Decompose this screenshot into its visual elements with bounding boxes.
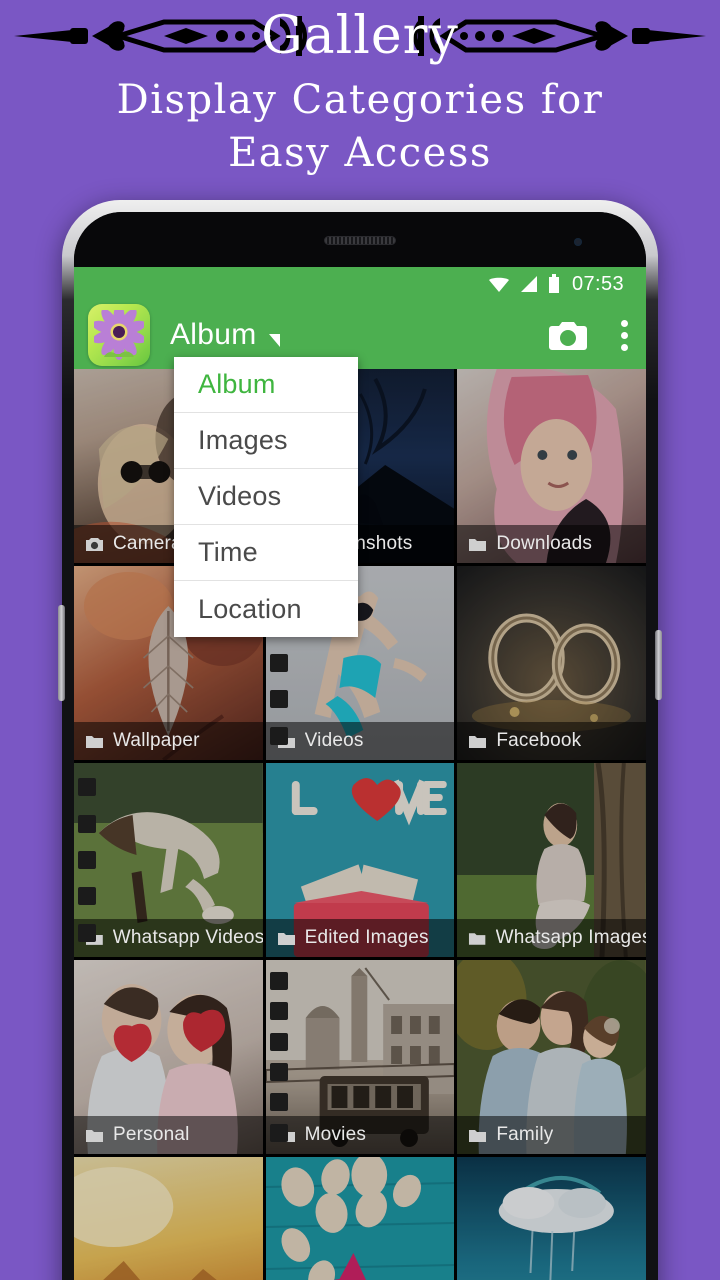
film-strip-icon bbox=[74, 763, 100, 957]
promo-title-row: Gallery bbox=[0, 0, 720, 72]
gallery-tile-seashells[interactable] bbox=[265, 1157, 455, 1280]
phone-mockup: 07:53 Album Album Images Videos Time Loc… bbox=[58, 200, 662, 1280]
dropdown-item-time[interactable]: Time bbox=[174, 525, 358, 581]
promo-subtitle: Display Categories for Easy Access bbox=[0, 74, 720, 180]
dropdown-item-album[interactable]: Album bbox=[174, 357, 358, 413]
dropdown-item-videos[interactable]: Videos bbox=[174, 469, 358, 525]
tile-overlay bbox=[265, 1157, 455, 1280]
gallery-tile-sunset[interactable] bbox=[74, 1157, 263, 1280]
camera-icon bbox=[86, 537, 103, 551]
overflow-menu-icon[interactable] bbox=[621, 319, 628, 351]
tile-label-bar: Downloads bbox=[457, 525, 646, 563]
gallery-tile-whatsapp-videos[interactable]: Whatsapp Videos bbox=[74, 763, 263, 957]
tile-label-bar: Facebook bbox=[457, 722, 646, 760]
tile-name: Facebook bbox=[496, 730, 582, 751]
gallery-tile-family[interactable]: Family bbox=[457, 960, 646, 1154]
gallery-tile-whatsapp-images[interactable]: Whatsapp Images bbox=[457, 763, 646, 957]
folder-icon bbox=[469, 1129, 487, 1142]
speaker-grille-icon bbox=[324, 236, 396, 245]
category-dropdown-menu[interactable]: Album Images Videos Time Location bbox=[174, 357, 358, 637]
camera-icon[interactable] bbox=[549, 319, 587, 351]
chevron-down-icon[interactable] bbox=[268, 333, 280, 347]
folder-icon bbox=[469, 735, 487, 748]
tile-name: Personal bbox=[113, 1124, 190, 1145]
tile-label-bar: Wallpaper bbox=[74, 722, 263, 760]
tile-name: Movies bbox=[304, 1124, 367, 1145]
tile-overlay bbox=[457, 1157, 646, 1280]
phone-screen-frame: 07:53 Album Album Images Videos Time Loc… bbox=[74, 212, 646, 1280]
tile-label-bar: Movies bbox=[265, 1116, 455, 1154]
gallery-tile-facebook[interactable]: Facebook bbox=[457, 566, 646, 760]
device-screen: 07:53 Album Album Images Videos Time Loc… bbox=[74, 267, 646, 1280]
front-camera-icon bbox=[574, 238, 582, 246]
promo-subtitle-line-1: Display Categories for bbox=[116, 77, 604, 123]
tile-name: Whatsapp Videos bbox=[112, 927, 263, 948]
tile-name: Whatsapp Images bbox=[495, 927, 646, 948]
tile-label-bar: Edited Images bbox=[265, 919, 455, 957]
folder-icon bbox=[86, 735, 103, 748]
gallery-tile-movies[interactable]: Movies bbox=[265, 960, 455, 1154]
volume-button[interactable] bbox=[58, 605, 65, 701]
status-bar-clock: 07:53 bbox=[571, 272, 624, 295]
tile-label-bar: Whatsapp Images bbox=[457, 919, 646, 957]
app-bar: Album Album Images Videos Time Location bbox=[74, 301, 646, 637]
tile-name: Edited Images bbox=[304, 927, 429, 948]
status-bar: 07:53 bbox=[74, 267, 646, 301]
film-strip-icon bbox=[266, 960, 292, 1154]
gallery-tile-cloud-island[interactable] bbox=[457, 1157, 646, 1280]
folder-icon bbox=[86, 1129, 103, 1142]
signal-icon bbox=[520, 276, 537, 292]
tile-label-bar: Family bbox=[457, 1116, 646, 1154]
gallery-tile-edited-images[interactable]: Edited Images bbox=[265, 763, 455, 957]
tile-label-bar: Personal bbox=[74, 1116, 263, 1154]
app-logo-flower-icon bbox=[88, 304, 150, 366]
tile-name: Family bbox=[496, 1124, 554, 1145]
tile-overlay bbox=[74, 1157, 263, 1280]
gallery-tile-personal[interactable]: Personal bbox=[74, 960, 263, 1154]
folder-icon bbox=[469, 538, 487, 551]
folder-icon bbox=[469, 932, 486, 945]
battery-icon bbox=[548, 274, 559, 293]
tile-name: Camera bbox=[113, 533, 182, 554]
tile-name: Videos bbox=[304, 730, 364, 751]
dropdown-item-location[interactable]: Location bbox=[174, 581, 358, 637]
dropdown-item-images[interactable]: Images bbox=[174, 413, 358, 469]
page-title: Gallery bbox=[261, 6, 459, 66]
promo-subtitle-line-2: Easy Access bbox=[228, 129, 492, 176]
power-button[interactable] bbox=[655, 630, 662, 700]
tile-label-bar: Videos bbox=[265, 722, 455, 760]
tile-name: Wallpaper bbox=[113, 730, 200, 751]
gallery-tile-downloads[interactable]: Downloads bbox=[457, 369, 646, 563]
tile-label-bar: Whatsapp Videos bbox=[74, 919, 263, 957]
promo-header: Gallery Display Categories for Easy Acce… bbox=[0, 0, 720, 200]
gallery-grid: Camera Screenshots Downloads Wallpaper V… bbox=[74, 369, 646, 1280]
app-bar-title[interactable]: Album bbox=[170, 318, 257, 352]
folder-icon bbox=[277, 932, 295, 945]
tile-name: Downloads bbox=[496, 533, 593, 554]
wifi-icon bbox=[488, 277, 509, 292]
